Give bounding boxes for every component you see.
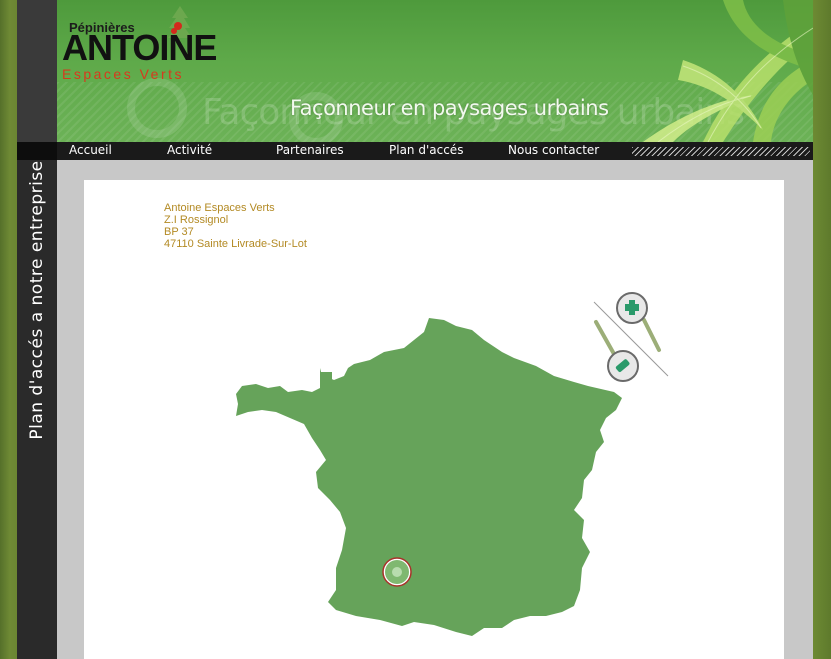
nav-item-nous-contacter[interactable]: Nous contacter xyxy=(508,142,599,160)
nav-item-accueil[interactable]: Accueil xyxy=(69,142,112,160)
nav-item-partenaires[interactable]: Partenaires xyxy=(276,142,344,160)
zoom-out-icon[interactable] xyxy=(594,320,639,382)
sidebar-title: Plan d'accés a notre entreprise xyxy=(27,160,47,440)
nav-left-cap xyxy=(17,142,57,160)
banner-ghost-circle xyxy=(127,78,187,138)
logo-espaces-verts: Espaces Verts xyxy=(62,66,184,82)
france-map[interactable] xyxy=(84,180,784,659)
nav-hatch-decoration xyxy=(632,147,810,156)
nav-item-plan-acces[interactable]: Plan d'accés xyxy=(389,142,463,160)
france-shape xyxy=(236,318,622,636)
zoom-in-icon[interactable] xyxy=(616,292,661,352)
right-border xyxy=(813,0,831,659)
palm-leaves-image xyxy=(643,0,813,142)
slogan: Façonneur en paysages urbains xyxy=(290,96,609,120)
logo-antoine[interactable]: ANTOINE xyxy=(62,27,217,69)
location-marker[interactable] xyxy=(382,557,412,587)
nav-item-activite[interactable]: Activité xyxy=(167,142,212,160)
sidebar-top xyxy=(17,0,57,160)
main-content: Antoine Espaces Verts Z.I Rossignol BP 3… xyxy=(84,180,784,659)
